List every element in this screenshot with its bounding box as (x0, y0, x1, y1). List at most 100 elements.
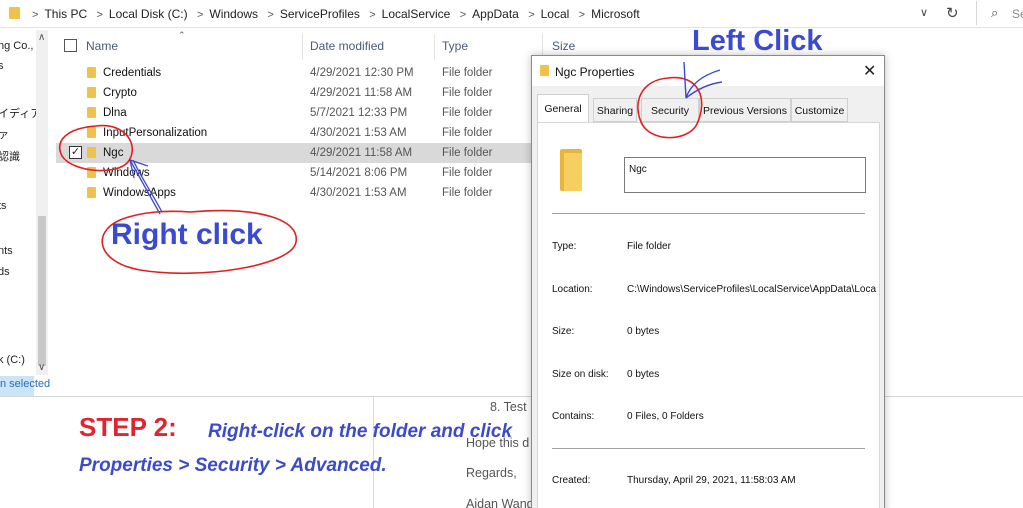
row-checkbox[interactable]: ✓ (69, 146, 82, 159)
body-text: Hope this d (466, 436, 530, 450)
refresh-icon[interactable]: ↻ (946, 4, 959, 22)
breadcrumb: > This PC > Local Disk (C:) > Windows > Serv… (26, 7, 640, 21)
dialog-title: Ngc Properties (555, 65, 635, 79)
chevron-up-icon[interactable]: ∧ (38, 32, 45, 43)
file-name: Credentials (103, 67, 162, 79)
instruction-line-2: Properties > Security > Advanced. (79, 455, 387, 476)
contains-value: 0 Files, 0 Folders (627, 411, 704, 422)
nav-item[interactable]: nts (0, 245, 13, 257)
tab-customize[interactable]: Customize (791, 98, 848, 122)
column-header-type[interactable]: Type (442, 39, 468, 53)
created-value: Thursday, April 29, 2021, 11:58:03 AM (627, 475, 796, 486)
folder-icon (9, 7, 20, 19)
type-value: File folder (627, 241, 671, 252)
breadcrumb-localservice[interactable]: LocalService (382, 7, 451, 21)
file-date: 4/29/2021 11:58 AM (310, 87, 413, 99)
nav-item[interactable]: ts (0, 200, 7, 212)
breadcrumb-appdata[interactable]: AppData (472, 7, 519, 21)
regards-text: Regards, (466, 466, 517, 480)
nav-item[interactable]: ァ (0, 126, 9, 142)
chevron-right-icon: > (267, 9, 274, 21)
contains-label: Contains: (552, 411, 595, 422)
column-divider[interactable] (434, 34, 435, 60)
breadcrumb-this-pc[interactable]: This PC (44, 7, 87, 21)
breadcrumb-windows[interactable]: Windows (209, 7, 258, 21)
file-type: File folder (442, 87, 493, 99)
breadcrumb-microsoft[interactable]: Microsoft (591, 7, 640, 21)
table-row[interactable]: Dlna 5/7/2021 12:33 PM File folder (56, 103, 531, 123)
file-name: Dlna (103, 107, 127, 119)
search-placeholder: Se (1012, 7, 1023, 21)
file-name: WindowsApps (103, 187, 176, 199)
column-header-size[interactable]: Size (552, 39, 575, 53)
signature-text: Aidan Wang (466, 497, 534, 508)
folder-icon (540, 65, 549, 76)
file-date: 5/7/2021 12:33 PM (310, 107, 408, 119)
table-row[interactable]: Windows 5/14/2021 8:06 PM File folder (56, 163, 531, 183)
tab-previous-versions[interactable]: Previous Versions (699, 98, 791, 122)
search-input[interactable]: ⌕ Se (976, 1, 1023, 25)
breadcrumb-local-disk[interactable]: Local Disk (C:) (109, 7, 188, 21)
file-type: File folder (442, 167, 493, 179)
nav-item[interactable]: 認識 (0, 148, 20, 164)
chevron-right-icon: > (96, 9, 103, 21)
file-type: File folder (442, 147, 493, 159)
file-name: Ngc (103, 147, 124, 159)
column-divider[interactable] (302, 34, 303, 60)
file-name: Windows (103, 167, 150, 179)
nav-item-local-disk[interactable]: k (C:) (0, 354, 25, 366)
close-icon[interactable]: ✕ (863, 61, 876, 81)
chevron-down-icon[interactable]: ∨ (38, 362, 45, 373)
table-row[interactable]: WindowsApps 4/30/2021 1:53 AM File folde… (56, 183, 531, 203)
folder-icon (87, 167, 96, 178)
breadcrumb-local[interactable]: Local (541, 7, 570, 21)
folder-icon (87, 107, 96, 118)
size-on-disk-value: 0 bytes (627, 369, 660, 380)
address-bar[interactable]: > This PC > Local Disk (C:) > Windows > Serv… (0, 0, 1023, 28)
size-label: Size: (552, 326, 575, 337)
table-row[interactable]: Credentials 4/29/2021 12:30 PM File fold… (56, 63, 531, 83)
step-label: STEP 2: (79, 412, 177, 442)
scrollbar-thumb[interactable] (38, 216, 46, 366)
chevron-right-icon: > (369, 9, 376, 21)
created-label: Created: (552, 475, 591, 486)
folder-icon (87, 67, 96, 78)
nav-item[interactable]: s (0, 60, 4, 72)
tab-general[interactable]: General (537, 94, 589, 122)
breadcrumb-serviceprofiles[interactable]: ServiceProfiles (280, 7, 360, 21)
table-row-selected[interactable]: ✓ Ngc 4/29/2021 11:58 AM File folder (56, 143, 531, 163)
nav-scrollbar[interactable]: ∧ ∨ (36, 30, 48, 375)
dialog-titlebar[interactable]: Ngc Properties ✕ (532, 56, 884, 86)
chevron-right-icon: > (528, 9, 535, 21)
column-header-name[interactable]: Name (86, 39, 118, 53)
file-type: File folder (442, 67, 493, 79)
list-item: 8. Test (490, 400, 527, 414)
sort-up-icon: ⌃ (178, 30, 186, 40)
nav-item[interactable]: ds (0, 266, 10, 278)
tab-security[interactable]: Security (641, 98, 699, 122)
folder-name-input[interactable]: Ngc (624, 157, 866, 193)
file-list: ⌃ Name Date modified Type Size Credentia… (56, 30, 575, 203)
file-name: Crypto (103, 87, 137, 99)
nav-item[interactable]: ng Co., I (0, 40, 40, 52)
general-tab-panel: Ngc Type: File folder Location: C:\Windo… (537, 122, 880, 508)
table-row[interactable]: InputPersonalization 4/30/2021 1:53 AM F… (56, 123, 531, 143)
left-click-annotation: Left Click (692, 25, 823, 57)
column-header-date[interactable]: Date modified (310, 39, 384, 53)
size-value: 0 bytes (627, 326, 660, 337)
divider (552, 213, 865, 214)
table-row[interactable]: Crypto 4/29/2021 11:58 AM File folder (56, 83, 531, 103)
size-on-disk-label: Size on disk: (552, 369, 609, 380)
status-text: n selected (0, 378, 51, 390)
file-type: File folder (442, 187, 493, 199)
tab-sharing[interactable]: Sharing (593, 98, 637, 122)
file-type: File folder (442, 107, 493, 119)
document-column-divider (373, 397, 374, 508)
chevron-right-icon: > (196, 9, 204, 21)
folder-icon (87, 147, 96, 158)
select-all-checkbox[interactable] (64, 39, 77, 52)
right-click-annotation: Right click (111, 218, 263, 251)
chevron-right-icon: > (578, 9, 586, 21)
chevron-down-icon[interactable]: ∨ (920, 6, 928, 19)
file-date: 5/14/2021 8:06 PM (310, 167, 408, 179)
